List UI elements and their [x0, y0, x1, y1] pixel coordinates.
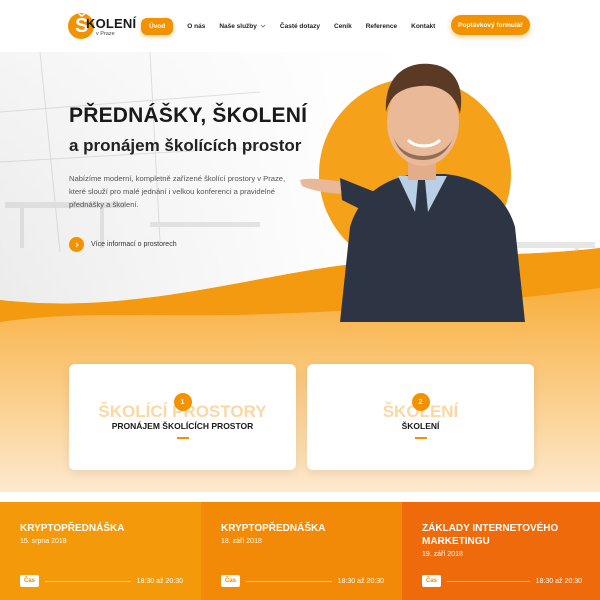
- event-dotted-line: [447, 580, 530, 582]
- nav-item-caste-dotazy[interactable]: Časté dotazy: [280, 23, 320, 30]
- main-nav: Úvod O nás Naše služby Časté dotazy Cení…: [141, 16, 449, 36]
- service-card-training-spaces[interactable]: ŠKOLÍCÍ PROSTORY 1 PRONÁJEM ŠKOLÍCÍCH PR…: [69, 364, 296, 470]
- nav-item-uvod[interactable]: Úvod: [141, 17, 174, 35]
- event-time-row: Čas 18:30 až 20:30: [221, 574, 384, 588]
- card-divider: [176, 437, 189, 439]
- event-date: 19. září 2018: [422, 551, 463, 558]
- event-time: 18:30 až 20:30: [535, 577, 582, 585]
- nav-item-o-nas[interactable]: O nás: [187, 23, 205, 30]
- event-item[interactable]: KRYPTOPŘEDNÁŠKA 15. srpna 2018 Čas 18:30…: [0, 502, 201, 600]
- logo-name: KOLENÍ: [86, 16, 137, 31]
- service-card-trainings[interactable]: ŠKOLENÍ 2 ŠKOLENÍ: [307, 364, 534, 470]
- logo[interactable]: Š KOLENÍ v Praze: [68, 13, 136, 41]
- hero-subtitle: a pronájem školících prostor: [69, 136, 302, 155]
- card-title: PRONÁJEM ŠKOLÍCÍCH PROSTOR: [111, 421, 254, 431]
- event-time-label: Čas: [422, 575, 442, 587]
- card-number-badge: 2: [411, 393, 430, 411]
- inquiry-form-button[interactable]: Poptávkový formulář: [451, 15, 530, 35]
- logo-subtitle: v Praze: [96, 31, 115, 37]
- event-item[interactable]: ZÁKLADY INTERNETOVÉHO MARKETINGU 19. zář…: [402, 502, 600, 600]
- event-item[interactable]: KRYPTOPŘEDNÁŠKA 18. září 2018 Čas 18:30 …: [201, 502, 402, 600]
- event-time: 18:30 až 20:30: [136, 577, 183, 585]
- hero-description: Nabízíme moderní, kompletně zařízené ško…: [69, 174, 286, 209]
- event-time-row: Čas 18:30 až 20:30: [422, 574, 582, 588]
- nav-item-label: Naše služby: [219, 22, 257, 30]
- hero-title: PŘEDNÁŠKY, ŠKOLENÍ: [69, 104, 308, 127]
- event-dotted-line: [246, 580, 332, 582]
- chevron-down-icon: [260, 24, 266, 28]
- event-date: 18. září 2018: [221, 538, 262, 545]
- event-title: ZÁKLADY INTERNETOVÉHO MARKETINGU: [422, 523, 559, 547]
- event-dotted-line: [45, 580, 131, 582]
- event-title: KRYPTOPŘEDNÁŠKA: [20, 523, 125, 534]
- nav-item-cenik[interactable]: Ceník: [334, 23, 352, 30]
- events-section: KRYPTOPŘEDNÁŠKA 15. srpna 2018 Čas 18:30…: [0, 502, 600, 600]
- event-time: 18:30 až 20:30: [337, 577, 384, 585]
- card-divider: [414, 437, 427, 439]
- nav-item-reference[interactable]: Reference: [366, 23, 397, 30]
- event-time-label: Čas: [20, 575, 40, 587]
- card-number-badge: 1: [173, 393, 192, 411]
- card-title: ŠKOLENÍ: [401, 421, 440, 431]
- site-header: Š KOLENÍ v Praze Úvod O nás Naše služby …: [0, 0, 600, 52]
- chevron-right-icon: [69, 237, 84, 252]
- nav-item-nase-sluzby[interactable]: Naše služby: [219, 23, 266, 30]
- presenter-photo: [300, 63, 525, 322]
- event-title: KRYPTOPŘEDNÁŠKA: [221, 523, 326, 534]
- nav-item-kontakt[interactable]: Kontakt: [411, 23, 435, 30]
- event-time-label: Čas: [221, 575, 241, 587]
- event-date: 15. srpna 2018: [20, 538, 67, 545]
- more-info-link-label: Více informací o prostorech: [91, 241, 177, 248]
- event-time-row: Čas 18:30 až 20:30: [20, 574, 183, 588]
- more-info-link[interactable]: Více informací o prostorech: [69, 237, 177, 252]
